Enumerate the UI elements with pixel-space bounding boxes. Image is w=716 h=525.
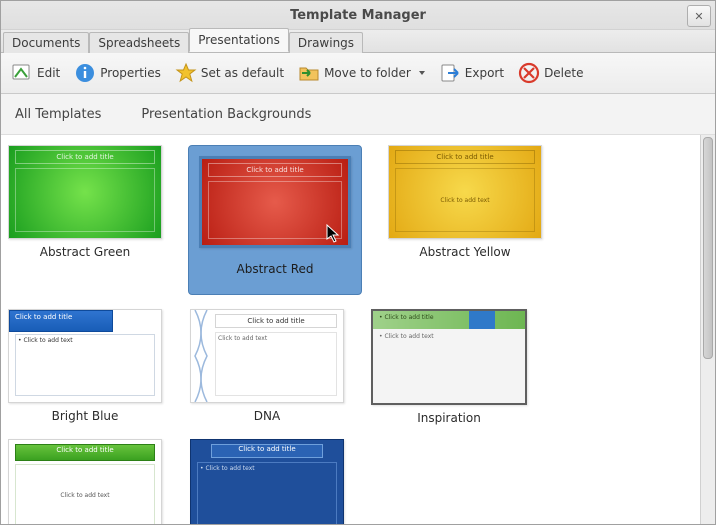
export-button[interactable]: Export [439, 62, 504, 84]
template-item-abstract-red[interactable]: Click to add title Abstract Red [191, 145, 359, 295]
move-label: Move to folder [324, 66, 411, 80]
export-icon [439, 62, 461, 84]
template-item-bright-blue[interactable]: Click to add title • Click to add text B… [9, 309, 161, 425]
thumb-body-text: • Click to add text [197, 462, 337, 524]
breadcrumb-folder[interactable]: Presentation Backgrounds [141, 107, 311, 122]
tab-bar: Documents Spreadsheets Presentations Dra… [1, 30, 715, 53]
info-icon [74, 62, 96, 84]
template-thumbnail: Click to add title [199, 156, 351, 248]
thumb-body-text [208, 181, 342, 239]
template-thumbnail: Click to add title Click to add text [8, 439, 162, 524]
delete-label: Delete [544, 66, 583, 80]
breadcrumb: All Templates Presentation Backgrounds [1, 94, 715, 135]
set-default-label: Set as default [201, 66, 284, 80]
folder-move-icon [298, 62, 320, 84]
delete-button[interactable]: Delete [518, 62, 583, 84]
thumb-title-text: Click to add title [395, 150, 535, 164]
thumb-title-text: Click to add title [208, 163, 342, 177]
template-item-abstract-yellow[interactable]: Click to add title Click to add text Abs… [389, 145, 541, 295]
thumb-title-text: Click to add title [215, 314, 337, 328]
thumb-title-text: • Click to add title [379, 314, 434, 321]
template-item-metropolis[interactable]: Click to add title • Click to add text M… [191, 439, 343, 524]
thumb-body-text [15, 168, 155, 232]
tab-spreadsheets[interactable]: Spreadsheets [89, 32, 189, 53]
template-thumbnail: • Click to add title • Click to add text [371, 309, 527, 405]
tab-documents[interactable]: Documents [3, 32, 89, 53]
thumb-title-text: Click to add title [15, 313, 107, 321]
export-label: Export [465, 66, 504, 80]
toolbar: Edit Properties Set as default [1, 53, 715, 94]
chevron-down-icon [419, 71, 425, 75]
template-item-abstract-green[interactable]: Click to add title Abstract Green [9, 145, 161, 295]
properties-button[interactable]: Properties [74, 62, 161, 84]
move-to-folder-button[interactable]: Move to folder [298, 62, 425, 84]
titlebar: Template Manager ✕ [1, 1, 715, 30]
thumb-body-text: • Click to add text [15, 334, 155, 396]
template-thumbnail: Click to add title Click to add text [388, 145, 542, 239]
template-item-inspiration[interactable]: • Click to add title • Click to add text… [373, 309, 525, 425]
edit-icon [11, 62, 33, 84]
edit-label: Edit [37, 66, 60, 80]
thumb-body-text: • Click to add text [379, 333, 519, 397]
scrollbar-thumb[interactable] [703, 137, 713, 359]
close-icon: ✕ [694, 10, 703, 23]
template-thumbnail: Click to add title • Click to add text [190, 439, 344, 524]
breadcrumb-root[interactable]: All Templates [15, 107, 101, 122]
template-caption: DNA [254, 409, 280, 423]
thumb-title-text: Click to add title [211, 444, 323, 458]
vertical-scrollbar[interactable] [700, 135, 715, 524]
thumb-body-text: Click to add text [15, 464, 155, 524]
template-caption: Inspiration [417, 411, 481, 425]
template-caption: Abstract Yellow [419, 245, 510, 259]
template-thumbnail: Click to add title [8, 145, 162, 239]
selection-frame: Click to add title Abstract Red [188, 145, 362, 295]
thumb-body-text: Click to add text [395, 168, 535, 232]
thumb-body-text: Click to add text [215, 332, 337, 396]
content-area: Click to add title Abstract Green Click … [1, 135, 715, 524]
template-item-dna[interactable]: Click to add title Click to add text DNA [191, 309, 343, 425]
tab-presentations[interactable]: Presentations [189, 28, 289, 52]
template-grid: Click to add title Abstract Green Click … [1, 135, 700, 524]
set-default-button[interactable]: Set as default [175, 62, 284, 84]
star-icon [175, 62, 197, 84]
thumb-title-text: Click to add title [15, 150, 155, 164]
close-button[interactable]: ✕ [687, 5, 711, 27]
template-item-lush-green[interactable]: Click to add title Click to add text Lus… [9, 439, 161, 524]
window-title: Template Manager [290, 8, 426, 23]
template-caption: Abstract Red [189, 262, 361, 276]
thumb-title-text: Click to add title [15, 444, 155, 461]
edit-button[interactable]: Edit [11, 62, 60, 84]
tab-drawings[interactable]: Drawings [289, 32, 363, 53]
template-caption: Abstract Green [40, 245, 131, 259]
template-thumbnail: Click to add title • Click to add text [8, 309, 162, 403]
properties-label: Properties [100, 66, 161, 80]
delete-icon [518, 62, 540, 84]
template-caption: Bright Blue [52, 409, 119, 423]
template-manager-window: Template Manager ✕ Documents Spreadsheet… [0, 0, 716, 525]
template-thumbnail: Click to add title Click to add text [190, 309, 344, 403]
